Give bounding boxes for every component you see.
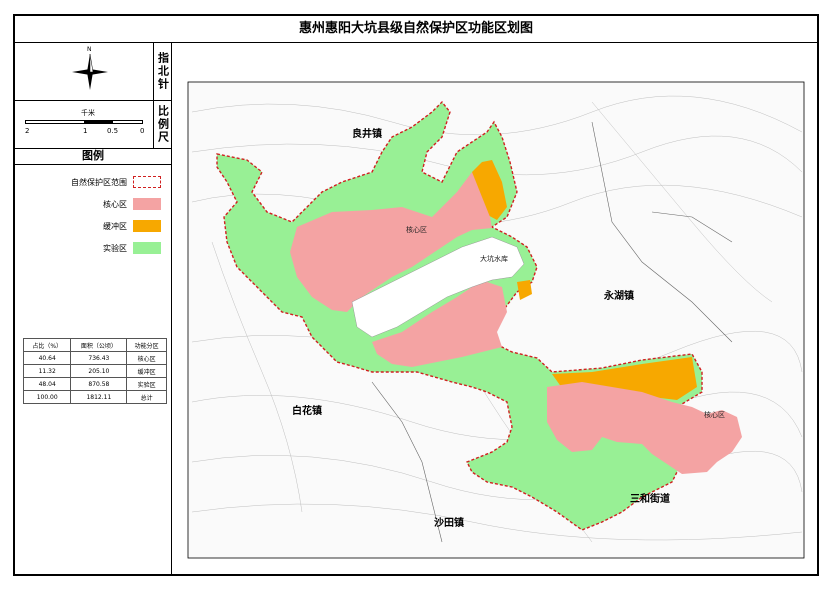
reservoir-label: 大坑水库 bbox=[480, 255, 508, 263]
map-area: 良井镇 永湖镇 白花镇 三和街道 沙田镇 大坑水库 核心区 核心区 bbox=[172, 42, 817, 574]
scale-bar bbox=[25, 120, 143, 124]
core-zone-label: 核心区 bbox=[704, 411, 725, 419]
table-row: 40.64 736.43 核心区 bbox=[22, 351, 167, 365]
town-label-baihua: 白花镇 bbox=[292, 406, 322, 417]
legend-item: 实验区 bbox=[15, 240, 171, 256]
map-canvas bbox=[187, 81, 805, 559]
legend-swatch-boundary bbox=[133, 176, 161, 188]
town-label-yonghu: 永湖镇 bbox=[604, 291, 634, 302]
north-arrow-label: 指北针 bbox=[153, 42, 171, 100]
legend-item: 缓冲区 bbox=[15, 218, 171, 234]
scale-tick: 0 bbox=[140, 127, 145, 135]
table-cell: 870.58 bbox=[70, 377, 128, 391]
scale-unit: 千米 bbox=[81, 109, 95, 117]
legend-item-label: 自然保护区范围 bbox=[71, 178, 127, 187]
table-cell: 总计 bbox=[126, 390, 167, 404]
table-row: 48.04 870.58 实验区 bbox=[22, 377, 167, 391]
legend-title: 图例 bbox=[15, 148, 171, 165]
table-cell: 48.04 bbox=[22, 377, 72, 391]
town-label-shatian: 沙田镇 bbox=[434, 518, 464, 529]
legend-item-label: 核心区 bbox=[103, 200, 127, 209]
legend-item: 核心区 bbox=[15, 196, 171, 212]
table-cell: 100.00 bbox=[22, 390, 72, 404]
legend-swatch-experimental bbox=[133, 242, 161, 254]
table-cell: 205.10 bbox=[70, 364, 128, 378]
table-cell: 736.43 bbox=[70, 351, 128, 365]
table-header-cell: 面积（公顷） bbox=[70, 338, 128, 352]
legend-item-label: 缓冲区 bbox=[103, 222, 127, 231]
table-row: 100.00 1812.11 总计 bbox=[22, 390, 167, 404]
scale-tick: 0.5 bbox=[107, 127, 119, 135]
table-cell: 缓冲区 bbox=[126, 364, 167, 378]
north-arrow-icon bbox=[72, 53, 108, 90]
scale-tick: 1 bbox=[83, 127, 88, 135]
table-cell: 1812.11 bbox=[70, 390, 128, 404]
legend-swatch-core bbox=[133, 198, 161, 210]
map-frame: 惠州惠阳大坑县级自然保护区功能区划图 指北针 N 比例尺 千米 2 1 0.5 … bbox=[13, 14, 819, 576]
scale-bar-label: 比例尺 bbox=[153, 100, 171, 148]
table-cell: 40.64 bbox=[22, 351, 72, 365]
town-label-liangjing: 良井镇 bbox=[352, 129, 382, 140]
map-title: 惠州惠阳大坑县级自然保护区功能区划图 bbox=[15, 16, 817, 43]
core-zone-label: 核心区 bbox=[406, 226, 427, 234]
table-header-row: 占比（%） 面积（公顷） 功能分区 bbox=[22, 338, 167, 352]
legend-item: 自然保护区范围 bbox=[15, 174, 171, 190]
table-header-cell: 功能分区 bbox=[126, 338, 167, 352]
table-row: 11.32 205.10 缓冲区 bbox=[22, 364, 167, 378]
town-label-sanhe: 三和街道 bbox=[630, 494, 670, 505]
table-header-cell: 占比（%） bbox=[22, 338, 72, 352]
map-sidebar: 指北针 N 比例尺 千米 2 1 0.5 0 图例 自然保护区范围 核心区 缓冲… bbox=[15, 42, 172, 574]
table-cell: 核心区 bbox=[126, 351, 167, 365]
table-cell: 11.32 bbox=[22, 364, 72, 378]
legend-swatch-buffer bbox=[133, 220, 161, 232]
table-cell: 实验区 bbox=[126, 377, 167, 391]
area-stats-table: 占比（%） 面积（公顷） 功能分区 40.64 736.43 核心区 11.32… bbox=[22, 338, 167, 404]
north-arrow-section: 指北针 N bbox=[15, 42, 171, 101]
legend-item-label: 实验区 bbox=[103, 244, 127, 253]
scale-bar-section: 比例尺 千米 2 1 0.5 0 bbox=[15, 100, 171, 149]
scale-tick: 2 bbox=[25, 127, 30, 135]
